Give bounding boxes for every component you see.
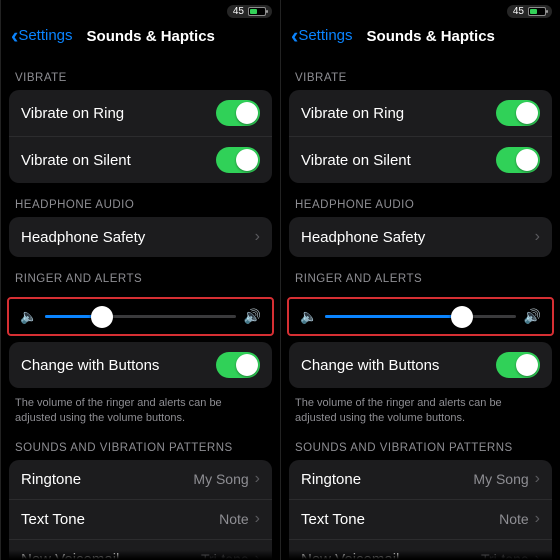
battery-indicator: 45 — [227, 5, 272, 18]
ringer-volume-slider[interactable] — [45, 315, 235, 318]
section-header-headphone: HEADPHONE AUDIO — [281, 183, 560, 217]
speaker-high-icon: 🔊 — [244, 308, 261, 325]
change-with-buttons-toggle[interactable] — [216, 352, 260, 378]
chevron-right-icon: › — [255, 228, 260, 246]
section-header-vibrate: VIBRATE — [1, 56, 280, 90]
page-title: Sounds & Haptics — [87, 28, 215, 45]
change-with-buttons-cell[interactable]: Change with Buttons — [9, 342, 272, 388]
section-header-patterns: SOUNDS AND VIBRATION PATTERNS — [281, 426, 560, 460]
battery-icon — [248, 7, 266, 16]
nav-bar: ‹ Settings Sounds & Haptics — [1, 20, 280, 56]
ringer-footnote: The volume of the ringer and alerts can … — [1, 388, 280, 426]
battery-indicator: 45 — [507, 5, 552, 18]
settings-scroll[interactable]: VIBRATE Vibrate on Ring Vibrate on Silen… — [281, 56, 560, 560]
change-with-buttons-group: Change with Buttons — [289, 342, 552, 388]
vibrate-on-ring-toggle[interactable] — [216, 100, 260, 126]
ringer-volume-slider[interactable] — [325, 315, 515, 318]
vibrate-group: Vibrate on Ring Vibrate on Silent — [9, 90, 272, 183]
vibrate-on-ring-toggle[interactable] — [496, 100, 540, 126]
nav-bar: ‹ Settings Sounds & Haptics — [281, 20, 560, 56]
back-label: Settings — [298, 27, 352, 44]
headphone-group: Headphone Safety › — [289, 217, 552, 257]
vibrate-on-ring-cell[interactable]: Vibrate on Ring — [289, 90, 552, 137]
section-header-headphone: HEADPHONE AUDIO — [1, 183, 280, 217]
chevron-left-icon: ‹ — [291, 26, 298, 46]
phone-right: 45 ‹ Settings Sounds & Haptics VIBRATE V… — [280, 0, 560, 560]
ringtone-cell[interactable]: RingtoneMy Song› — [9, 460, 272, 500]
vibrate-on-silent-cell[interactable]: Vibrate on Silent — [9, 137, 272, 183]
patterns-group: RingtoneMy Song› Text ToneNote› New Voic… — [9, 460, 272, 560]
texttone-cell[interactable]: Text ToneNote› — [9, 500, 272, 540]
chevron-left-icon: ‹ — [11, 26, 18, 46]
chevron-right-icon: › — [535, 510, 540, 528]
change-with-buttons-cell[interactable]: Change with Buttons — [289, 342, 552, 388]
vibrate-on-silent-toggle[interactable] — [496, 147, 540, 173]
chevron-right-icon: › — [535, 228, 540, 246]
back-button[interactable]: ‹ Settings — [11, 26, 73, 46]
section-header-vibrate: VIBRATE — [281, 56, 560, 90]
ringer-volume-row: 🔈 🔊 — [290, 300, 551, 333]
change-with-buttons-toggle[interactable] — [496, 352, 540, 378]
vibrate-on-ring-cell[interactable]: Vibrate on Ring — [9, 90, 272, 137]
vibrate-on-silent-cell[interactable]: Vibrate on Silent — [289, 137, 552, 183]
phone-left: 45 ‹ Settings Sounds & Haptics VIBRATE V… — [0, 0, 280, 560]
annotation-highlight-box: 🔈 🔊 — [7, 297, 274, 336]
battery-text: 45 — [513, 6, 524, 17]
ringtone-cell[interactable]: RingtoneMy Song› — [289, 460, 552, 500]
battery-icon — [528, 7, 546, 16]
texttone-cell[interactable]: Text ToneNote› — [289, 500, 552, 540]
chevron-right-icon: › — [255, 510, 260, 528]
headphone-safety-cell[interactable]: Headphone Safety › — [289, 217, 552, 257]
page-title: Sounds & Haptics — [367, 28, 495, 45]
settings-scroll[interactable]: VIBRATE Vibrate on Ring Vibrate on Silen… — [1, 56, 280, 560]
ringer-footnote: The volume of the ringer and alerts can … — [281, 388, 560, 426]
status-bar: 45 — [281, 0, 560, 20]
chevron-right-icon: › — [535, 470, 540, 488]
headphone-group: Headphone Safety › — [9, 217, 272, 257]
ringer-volume-row: 🔈 🔊 — [10, 300, 271, 333]
section-header-ringer: RINGER AND ALERTS — [281, 257, 560, 291]
speaker-high-icon: 🔊 — [524, 308, 541, 325]
headphone-safety-cell[interactable]: Headphone Safety › — [9, 217, 272, 257]
back-button[interactable]: ‹ Settings — [291, 26, 353, 46]
vibrate-group: Vibrate on Ring Vibrate on Silent — [289, 90, 552, 183]
section-header-patterns: SOUNDS AND VIBRATION PATTERNS — [1, 426, 280, 460]
vibrate-on-silent-toggle[interactable] — [216, 147, 260, 173]
annotation-highlight-box: 🔈 🔊 — [287, 297, 554, 336]
battery-text: 45 — [233, 6, 244, 17]
chevron-right-icon: › — [255, 470, 260, 488]
back-label: Settings — [18, 27, 72, 44]
status-bar: 45 — [1, 0, 280, 20]
patterns-group: RingtoneMy Song› Text ToneNote› New Voic… — [289, 460, 552, 560]
speaker-low-icon: 🔈 — [20, 308, 37, 325]
section-header-ringer: RINGER AND ALERTS — [1, 257, 280, 291]
change-with-buttons-group: Change with Buttons — [9, 342, 272, 388]
speaker-low-icon: 🔈 — [300, 308, 317, 325]
